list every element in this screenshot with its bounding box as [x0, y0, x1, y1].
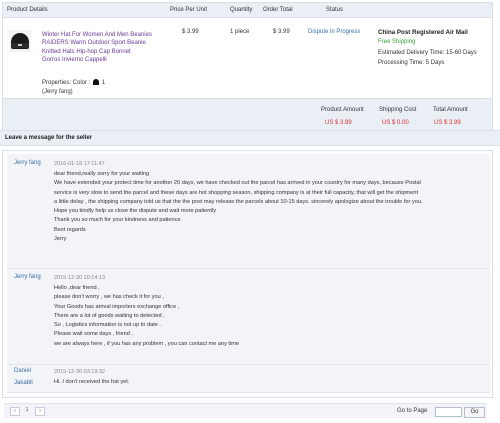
- total-amount-label: Total Amount: [433, 107, 468, 113]
- product-amount-value: US $ 3.99: [325, 120, 352, 126]
- product-properties: Properties: Color : 1: [42, 79, 106, 86]
- message-panel: Jerry fang 2016-01-18 17:11:47 dear frie…: [2, 150, 493, 398]
- unit-price: $ 3.99: [182, 29, 199, 35]
- message-sender: Jerry fang: [14, 160, 41, 166]
- buyer-name: (Jerry fang): [42, 89, 73, 95]
- current-page[interactable]: 1: [22, 407, 32, 416]
- shipping-cost-value: US $ 0.00: [382, 120, 409, 126]
- go-button[interactable]: Go: [464, 407, 485, 418]
- message-section-header: Leave a message for the seller: [0, 130, 500, 146]
- message-item: Jerry fang 2016-01-18 17:11:47 dear frie…: [7, 154, 490, 269]
- free-shipping-label: Free Shipping: [378, 39, 416, 45]
- goto-page-label: Go to Page: [397, 408, 428, 414]
- message-sender: Jerry fang: [14, 274, 41, 280]
- dispute-status-link[interactable]: Dispute in Progress: [308, 29, 360, 35]
- prev-page-button[interactable]: ‹: [10, 407, 20, 416]
- processing-time: Processing Time: 5 Days: [378, 60, 445, 66]
- item-order-total: $ 3.99: [273, 29, 290, 35]
- message-sender: Daniel: [14, 368, 32, 374]
- header-product-details: Product Details: [7, 7, 48, 13]
- order-table-header: Product Details Price Per Unit Quantity …: [3, 3, 492, 18]
- header-order-total: Order Total: [263, 7, 293, 13]
- shipping-cost-label: Shipping Cost: [379, 107, 417, 113]
- header-status: Status: [326, 7, 344, 13]
- product-thumbnail[interactable]: [9, 30, 31, 52]
- goto-page-input[interactable]: [435, 407, 462, 417]
- message-time: 2015-12-30 20:14:13: [54, 275, 106, 281]
- pagination-bar: ‹ 1 › Go to Page Go: [4, 403, 487, 418]
- message-item: Daniel 2015-12-30 03:19:32 Jakabll Hi. I…: [7, 365, 490, 393]
- estimated-delivery-time: Estimated Delivery Time: 15-60 Days: [378, 50, 477, 56]
- product-amount-label: Product Amount: [321, 107, 364, 113]
- next-page-button[interactable]: ›: [35, 407, 45, 416]
- header-price: Price Per Unit: [170, 7, 208, 13]
- order-table: Product Details Price Per Unit Quantity …: [2, 2, 493, 137]
- message-body: Hi. I don't received the hat yet.: [54, 379, 130, 385]
- header-quantity: Quantity: [230, 7, 253, 13]
- product-title-link[interactable]: Winter Hat For Women And Men Beanies RAI…: [42, 31, 162, 65]
- shipping-method: China Post Registered Air Mail: [378, 29, 468, 36]
- message-sender: Jakabll: [14, 380, 33, 386]
- color-swatch-icon: [93, 79, 100, 85]
- order-item-row: Winter Hat For Women And Men Beanies RAI…: [3, 18, 492, 105]
- message-time: 2016-01-18 17:11:47: [54, 161, 105, 167]
- message-time: 2015-12-30 03:19:32: [54, 369, 106, 375]
- message-item: Jerry fang 2015-12-30 20:14:13 Hello ,de…: [7, 269, 490, 365]
- total-amount-value: US $ 3.99: [434, 120, 461, 126]
- message-section-title: Leave a message for the seller: [5, 135, 93, 141]
- message-body: dear friend,really sorry for your waitin…: [54, 171, 423, 243]
- message-body: Hello ,dear friend , please don't worry …: [54, 285, 239, 347]
- item-quantity: 1 piece: [230, 29, 250, 35]
